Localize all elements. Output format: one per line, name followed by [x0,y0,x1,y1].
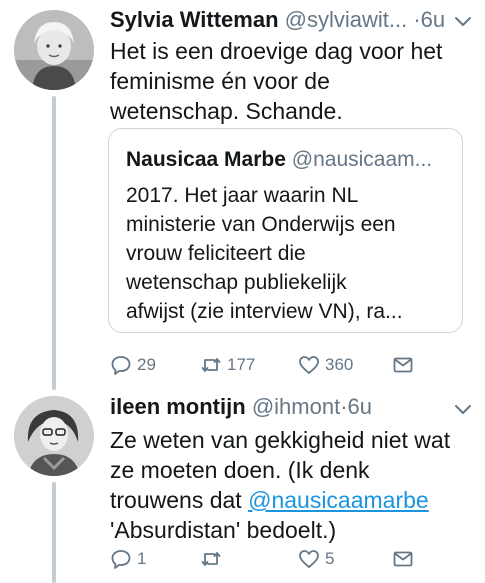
like-button[interactable]: 5 [298,544,334,574]
retweet-button[interactable] [200,544,227,574]
mention-link[interactable]: @nausicaamarbe [248,487,429,513]
reply-button[interactable]: 29 [110,350,156,380]
tweet-actions: 29 177 360 [110,350,440,380]
retweet-count: 177 [227,355,256,374]
reply-button[interactable]: 1 [110,544,146,574]
author-handle[interactable]: @ihmont [252,394,340,419]
quoted-tweet-header: Nausicaa Marbe @nausicaam... [126,147,432,173]
tweet-text: Het is een droevige dag voor het feminis… [110,38,443,124]
retweet-button[interactable]: 177 [200,350,255,380]
tweet-time[interactable]: ·6u [413,7,445,32]
envelope-icon [393,551,413,567]
chevron-down-icon[interactable] [452,10,474,32]
tweet-actions: 1 5 [110,544,440,574]
avatar-ileen-montijn[interactable] [14,396,94,476]
like-count: 5 [325,549,335,568]
reply-icon [111,356,131,375]
like-button[interactable]: 360 [298,350,353,380]
heart-icon [299,356,319,374]
direct-message-button[interactable] [392,544,414,574]
retweet-icon [201,552,221,566]
reply-count: 29 [137,355,156,374]
author-handle[interactable]: @sylviawit... [285,7,408,32]
reply-count: 1 [137,549,147,568]
tweet-header: ileen montijn @ihmont·6u [110,393,372,421]
heart-icon [299,550,319,568]
author-name[interactable]: ileen montijn [110,394,246,419]
tweet-text-part: 'Absurdistan' bedoelt.) [110,517,337,543]
quoted-author-handle: @nausicaam... [291,148,433,171]
like-count: 360 [325,355,354,374]
thread-line [52,96,56,390]
quoted-author-name: Nausicaa Marbe [126,148,286,171]
thread-line [52,482,56,583]
envelope-icon [393,357,413,373]
chevron-down-icon[interactable] [452,398,474,420]
reply-icon [111,550,131,569]
retweet-icon [201,358,221,372]
avatar-sylvia-witteman[interactable] [14,10,94,90]
tweet-header: Sylvia Witteman @sylviawit... ·6u [110,6,445,34]
author-name[interactable]: Sylvia Witteman [110,7,279,32]
tweet-time[interactable]: ·6u [340,394,372,419]
tweet-text: Ze weten van gekkigheid niet wat ze moet… [110,425,480,545]
quoted-tweet-text: 2017. Het jaar waarin NL ministerie van … [126,184,403,323]
direct-message-button[interactable] [392,350,414,380]
quoted-tweet[interactable]: Nausicaa Marbe @nausicaam... 2017. Het j… [108,128,463,333]
